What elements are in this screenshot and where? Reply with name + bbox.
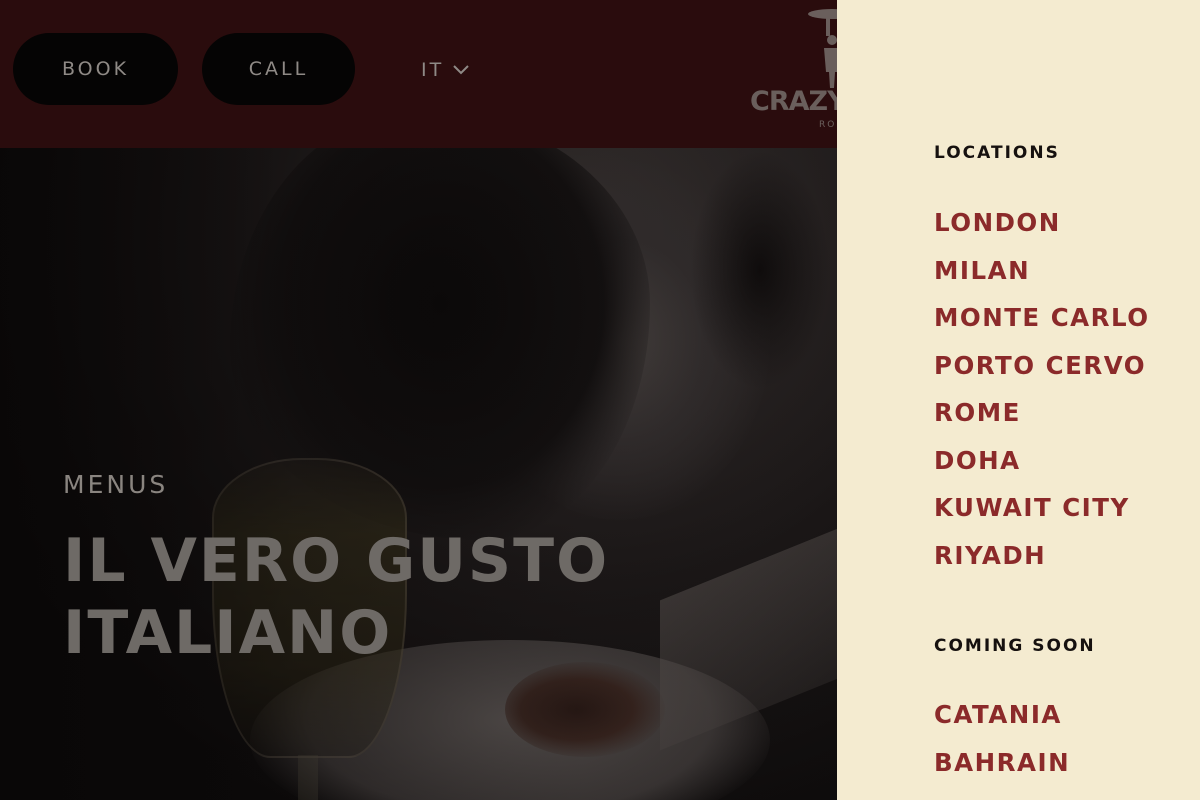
location-link-milan[interactable]: MILAN: [934, 247, 1150, 295]
location-link-doha[interactable]: DOHA: [934, 437, 1150, 485]
locations-panel: LOCATIONS LONDON MILAN MONTE CARLO PORTO…: [837, 0, 1200, 800]
coming-soon-heading: COMING SOON: [934, 636, 1096, 656]
logo-subtext: RO: [819, 120, 837, 130]
language-label: IT: [421, 59, 445, 81]
hero-title-line-1: IL VERO GUSTO: [63, 526, 610, 596]
chevron-down-icon: [452, 64, 470, 76]
call-button[interactable]: CALL: [202, 33, 355, 105]
book-button[interactable]: BOOK: [13, 33, 178, 105]
location-link-rome[interactable]: ROME: [934, 389, 1150, 437]
language-selector[interactable]: IT: [421, 56, 470, 84]
location-link-porto-cervo[interactable]: PORTO CERVO: [934, 342, 1150, 390]
location-link-london[interactable]: LONDON: [934, 199, 1150, 247]
site-header: BOOK CALL IT CRAZY RO: [0, 0, 840, 148]
location-link-catania[interactable]: CATANIA: [934, 691, 1070, 739]
hero-eyebrow: MENUS: [63, 470, 169, 499]
waiter-figure-icon: [806, 8, 840, 92]
location-link-riyadh[interactable]: RIYADH: [934, 532, 1150, 580]
location-link-kuwait-city[interactable]: KUWAIT CITY: [934, 484, 1150, 532]
location-link-bahrain[interactable]: BAHRAIN: [934, 739, 1070, 787]
locations-list: LONDON MILAN MONTE CARLO PORTO CERVO ROM…: [934, 199, 1150, 579]
location-link-monte-carlo[interactable]: MONTE CARLO: [934, 294, 1150, 342]
hero-text-block: MENUS IL VERO GUSTO ITALIANO: [63, 470, 609, 669]
hero-title: IL VERO GUSTO ITALIANO: [63, 525, 609, 669]
page: MENUS IL VERO GUSTO ITALIANO BOOK CALL I…: [0, 0, 1200, 800]
logo[interactable]: CRAZY RO: [750, 0, 840, 148]
locations-heading: LOCATIONS: [934, 143, 1060, 163]
logo-wordmark: CRAZY: [750, 86, 840, 117]
hero-title-line-2: ITALIANO: [63, 598, 393, 668]
coming-soon-list: CATANIA BAHRAIN: [934, 691, 1070, 786]
